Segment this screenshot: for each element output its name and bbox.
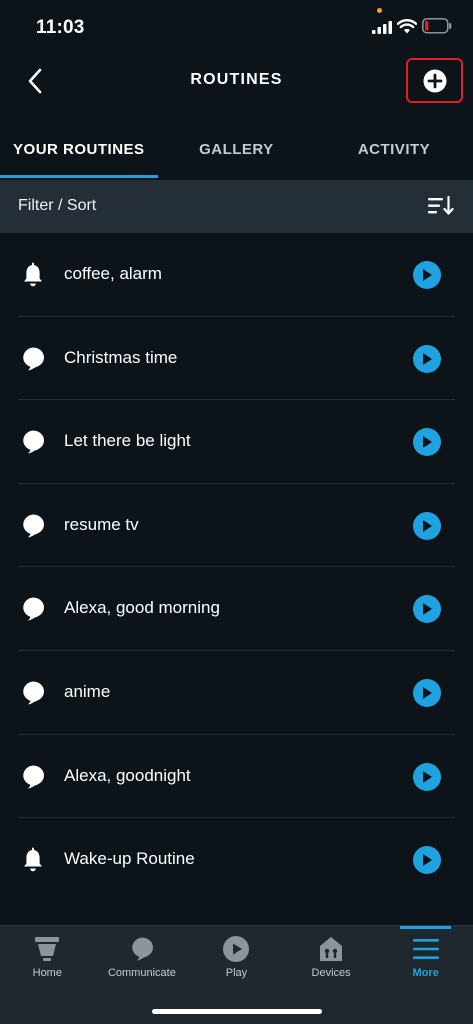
speech-bubble-icon	[23, 514, 44, 538]
tab-bar: YOUR ROUTINES GALLERY ACTIVITY	[0, 128, 473, 180]
battery-low-icon	[422, 18, 452, 34]
filter-sort-label: Filter / Sort	[18, 197, 97, 214]
tab-your-routines[interactable]: YOUR ROUTINES	[0, 128, 158, 180]
home-indicator[interactable]	[152, 1009, 322, 1014]
play-icon	[423, 269, 432, 281]
play-routine-button[interactable]	[413, 846, 441, 875]
play-circle-icon	[223, 936, 250, 962]
routine-name: Let there be light	[64, 431, 191, 451]
play-icon	[423, 770, 432, 783]
cellular-signal-icon	[372, 21, 392, 34]
bell-icon	[24, 847, 42, 872]
routine-name: Alexa, goodnight	[64, 765, 191, 785]
filter-sort-bar[interactable]: Filter / Sort	[0, 180, 473, 233]
sort-icon[interactable]	[428, 196, 454, 216]
play-icon	[423, 686, 432, 699]
page-title: ROUTINES	[190, 71, 283, 88]
nav-communicate[interactable]: Communicate	[95, 926, 190, 996]
routine-row[interactable]: Christmas time	[0, 317, 473, 401]
routine-name: Alexa, good morning	[64, 598, 220, 618]
routine-name: resume tv	[64, 514, 139, 534]
chat-icon	[132, 937, 153, 961]
tab-activity[interactable]: ACTIVITY	[315, 128, 473, 180]
speech-bubble-icon	[23, 347, 44, 371]
nav-more[interactable]: More	[378, 926, 473, 996]
speech-bubble-icon	[23, 430, 44, 454]
play-icon	[423, 352, 432, 365]
play-icon	[423, 519, 432, 532]
status-bar: 11:03	[0, 0, 473, 56]
speech-bubble-icon	[23, 597, 44, 621]
home-icon	[35, 937, 60, 961]
speech-bubble-icon	[23, 765, 44, 789]
menu-icon	[412, 939, 439, 959]
routine-row[interactable]: Alexa, good morning	[0, 567, 473, 651]
routine-row[interactable]: resume tv	[0, 484, 473, 568]
privacy-indicator-dot	[377, 8, 382, 13]
bell-icon	[24, 262, 42, 287]
play-icon	[423, 436, 432, 449]
routine-name: Wake-up Routine	[64, 849, 195, 869]
routine-name: coffee, alarm	[64, 264, 162, 283]
speech-bubble-icon	[23, 681, 44, 705]
play-routine-button[interactable]	[413, 511, 441, 540]
play-routine-button[interactable]	[413, 261, 441, 289]
header: ROUTINES	[0, 56, 473, 120]
nav-label: Home	[32, 967, 62, 979]
status-time: 11:03	[36, 17, 85, 38]
play-icon	[423, 603, 432, 616]
routine-name: Christmas time	[64, 347, 178, 367]
nav-label: Play	[225, 967, 248, 979]
routine-name: anime	[64, 681, 111, 701]
add-routine-button[interactable]	[406, 58, 463, 103]
play-icon	[423, 854, 432, 867]
nav-label: Devices	[311, 967, 351, 979]
nav-label: More	[412, 967, 439, 979]
routine-row[interactable]: anime	[0, 651, 473, 735]
play-routine-button[interactable]	[413, 595, 441, 624]
routine-row[interactable]: Alexa, goodnight	[0, 735, 473, 819]
play-routine-button[interactable]	[413, 428, 441, 457]
play-routine-button[interactable]	[413, 762, 441, 791]
routine-row[interactable]: Wake-up Routine	[0, 818, 473, 902]
wifi-icon	[397, 19, 417, 34]
tab-gallery[interactable]: GALLERY	[158, 128, 316, 180]
nav-devices[interactable]: Devices	[284, 926, 379, 996]
routine-row[interactable]: coffee, alarm	[0, 233, 473, 317]
nav-label: Communicate	[107, 967, 176, 979]
play-routine-button[interactable]	[413, 678, 441, 707]
routine-list: coffee, alarm Christmas time Let there b…	[0, 233, 473, 902]
devices-icon	[320, 937, 343, 961]
plus-circle-icon	[423, 69, 446, 92]
routine-row[interactable]: Let there be light	[0, 400, 473, 484]
nav-play[interactable]: Play	[189, 926, 284, 996]
play-routine-button[interactable]	[413, 344, 441, 373]
nav-home[interactable]: Home	[0, 926, 95, 996]
